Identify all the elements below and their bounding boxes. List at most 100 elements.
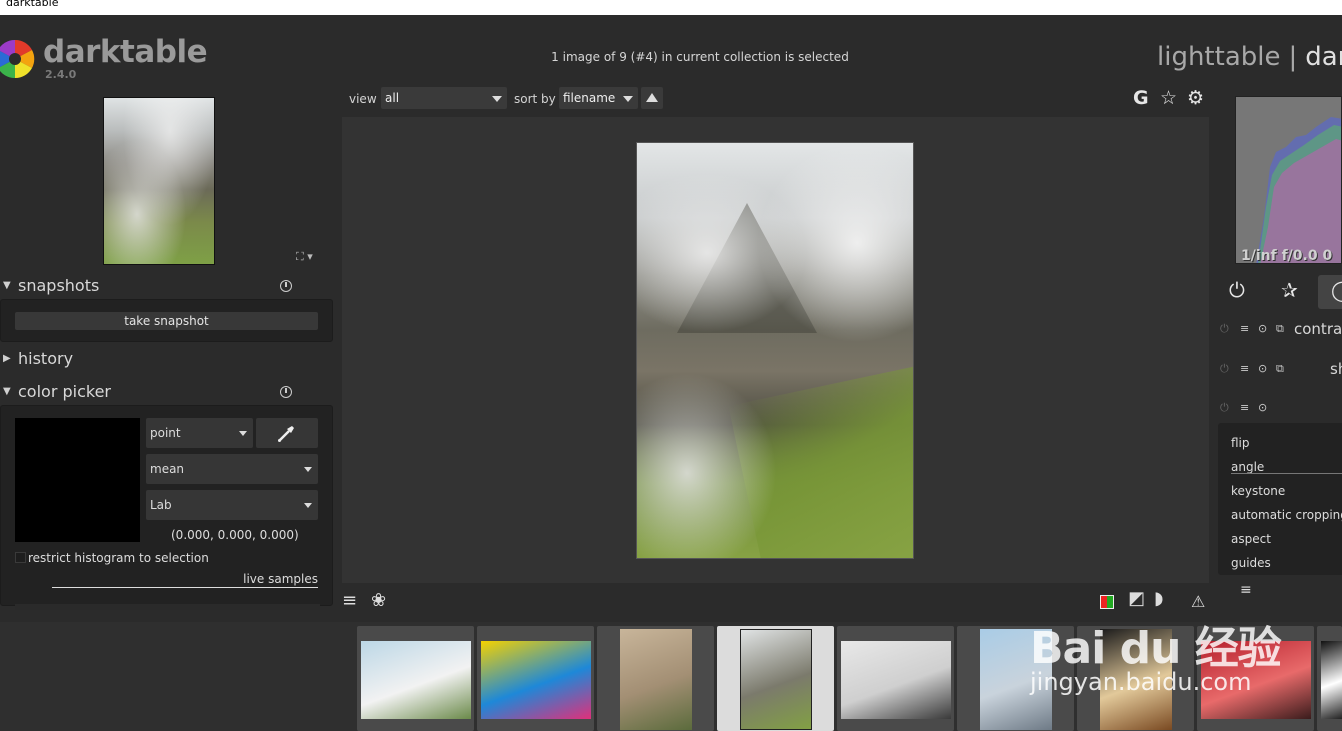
checkbox-box[interactable] bbox=[15, 552, 26, 563]
module-name: contras bbox=[1294, 320, 1342, 338]
sort-by-select[interactable]: filename bbox=[559, 87, 638, 109]
window-title: darktable bbox=[0, 0, 1342, 15]
color-picker-header[interactable]: ▼ color picker bbox=[0, 380, 333, 406]
reset-icon[interactable]: ⊙ bbox=[1258, 322, 1267, 335]
picker-mode-select[interactable]: point bbox=[146, 418, 253, 448]
crop-flip[interactable]: flip bbox=[1231, 436, 1250, 450]
history-title: history bbox=[18, 349, 74, 368]
thumbnail-image bbox=[841, 641, 951, 719]
darktable-logo-icon bbox=[0, 39, 35, 79]
module-shadows[interactable]: ⏻ ≡ ⊙ ⧉ sh bbox=[1214, 360, 1342, 380]
crop-angle[interactable]: angle bbox=[1231, 460, 1264, 474]
reset-icon[interactable]: ⊙ bbox=[1258, 401, 1267, 414]
history-header[interactable]: ▶ history bbox=[0, 347, 333, 373]
exif-info: 1/inf f/0.0 0 bbox=[1241, 248, 1333, 264]
reset-icon[interactable] bbox=[280, 386, 292, 398]
color-picker-toggle[interactable] bbox=[256, 418, 318, 448]
hamburger-icon[interactable]: ≡ bbox=[342, 590, 357, 611]
top-right-tools: G ☆ ⚙ bbox=[1132, 87, 1212, 111]
sort-label: sort by bbox=[514, 92, 556, 106]
color-assessment-icon[interactable] bbox=[1100, 595, 1114, 609]
star-icon[interactable]: ☆ bbox=[1160, 87, 1177, 109]
module-power-icon[interactable]: ⏻ bbox=[1220, 322, 1229, 336]
view-separator: | bbox=[1288, 42, 1298, 72]
module-contrast[interactable]: ⏻ ≡ ⊙ ⧉ contras bbox=[1214, 320, 1342, 340]
right-panel: 1/inf f/0.0 0 ⏻ ✰ ◯ ⏻ ≡ ⊙ ⧉ contras ⏻ ≡ … bbox=[1214, 90, 1342, 606]
multi-instance-icon[interactable]: ⧉ bbox=[1276, 322, 1284, 336]
power-icon[interactable]: ⏻ bbox=[1229, 278, 1245, 302]
filmstrip-thumb[interactable] bbox=[717, 626, 834, 731]
app-name: darktable bbox=[43, 34, 208, 70]
restrict-histogram-checkbox[interactable]: restrict histogram to selection bbox=[15, 551, 209, 565]
filmstrip-thumb[interactable] bbox=[477, 626, 594, 731]
live-samples-label: live samples bbox=[52, 572, 318, 588]
color-space-value: Lab bbox=[150, 498, 172, 512]
thumbnail-image bbox=[1201, 641, 1311, 719]
sort-direction-button[interactable] bbox=[641, 87, 663, 109]
thumbnail-image bbox=[361, 641, 471, 719]
gamut-warning-icon[interactable]: ⚠ bbox=[1191, 592, 1205, 611]
snapshots-header[interactable]: ▼ snapshots bbox=[0, 274, 333, 300]
picker-mode-value: point bbox=[150, 426, 181, 440]
take-snapshot-button[interactable]: take snapshot bbox=[15, 312, 318, 330]
view-label: view bbox=[349, 92, 377, 106]
navigation-zoom-control[interactable]: ⛶ ▾ bbox=[296, 250, 313, 264]
live-samples-controls[interactable] bbox=[15, 604, 320, 610]
filmstrip-thumb[interactable] bbox=[1317, 626, 1342, 731]
star-icon[interactable]: ✰ bbox=[1281, 278, 1298, 302]
filmstrip-thumb[interactable] bbox=[1077, 626, 1194, 731]
chevron-down-icon bbox=[492, 96, 502, 102]
filmstrip-thumb[interactable] bbox=[837, 626, 954, 731]
module-crop[interactable]: ⏻ ≡ ⊙ bbox=[1214, 399, 1342, 419]
filmstrip-thumb[interactable] bbox=[357, 626, 474, 731]
histogram[interactable]: 1/inf f/0.0 0 bbox=[1235, 96, 1342, 264]
thumbnail-image bbox=[1321, 641, 1342, 719]
color-swatch bbox=[15, 418, 140, 542]
color-space-select[interactable]: Lab bbox=[146, 490, 318, 520]
presets-icon[interactable]: ≡ bbox=[1240, 322, 1249, 335]
view-filter-select[interactable]: all bbox=[381, 87, 507, 109]
crop-aspect[interactable]: aspect bbox=[1231, 532, 1271, 546]
statistic-value: mean bbox=[150, 462, 185, 476]
statistic-select[interactable]: mean bbox=[146, 454, 318, 484]
color-picker-title: color picker bbox=[18, 382, 111, 401]
softproof-icon[interactable]: ◗ bbox=[1154, 588, 1163, 609]
styles-icon[interactable]: ❀ bbox=[371, 590, 386, 611]
multi-instance-icon[interactable]: ⧉ bbox=[1276, 362, 1284, 376]
navigation-thumbnail[interactable] bbox=[103, 97, 215, 265]
view-lighttable[interactable]: lighttable bbox=[1157, 42, 1280, 72]
module-power-icon[interactable]: ⏻ bbox=[1220, 401, 1229, 415]
reset-icon[interactable]: ⊙ bbox=[1258, 362, 1267, 375]
filmstrip-thumb[interactable] bbox=[597, 626, 714, 731]
angle-slider[interactable] bbox=[1231, 473, 1342, 474]
picked-color-values: (0.000, 0.000, 0.000) bbox=[171, 528, 299, 542]
filmstrip-thumb[interactable] bbox=[1197, 626, 1314, 731]
view-darkroom[interactable]: dark bbox=[1305, 42, 1342, 72]
chevron-down-icon bbox=[304, 503, 312, 508]
crop-keystone[interactable]: keystone bbox=[1231, 484, 1285, 498]
reset-icon[interactable] bbox=[280, 280, 292, 292]
module-groups: ⏻ ✰ ◯ bbox=[1214, 275, 1342, 309]
left-panel: ⛶ ▾ ▼ snapshots take snapshot ▶ history … bbox=[0, 90, 336, 610]
crop-automatic-cropping[interactable]: automatic cropping bbox=[1231, 508, 1342, 522]
eyedropper-icon bbox=[278, 426, 294, 442]
expand-right-icon: ▶ bbox=[3, 353, 11, 364]
presets-icon[interactable]: ≡ bbox=[1240, 362, 1249, 375]
circle-icon[interactable]: ◯ bbox=[1331, 278, 1342, 302]
gear-icon[interactable]: ⚙ bbox=[1187, 87, 1204, 109]
bottom-toolbar: ≡ ❀ ◩ ◗ ⚠ bbox=[340, 588, 1220, 616]
crop-guides[interactable]: guides bbox=[1231, 556, 1271, 570]
snapshots-panel: take snapshot bbox=[0, 299, 333, 342]
module-name: sh bbox=[1330, 360, 1342, 378]
raw-overexposed-icon[interactable]: ◩ bbox=[1128, 588, 1145, 609]
expand-down-icon: ▼ bbox=[3, 280, 11, 291]
main-image[interactable] bbox=[636, 142, 914, 559]
module-power-icon[interactable]: ⏻ bbox=[1220, 362, 1229, 376]
view-filter-value: all bbox=[385, 91, 400, 105]
more-modules-icon[interactable]: ≡ bbox=[1240, 582, 1252, 598]
filmstrip-thumb[interactable] bbox=[957, 626, 1074, 731]
grouping-icon[interactable]: G bbox=[1133, 87, 1149, 109]
app-version: 2.4.0 bbox=[45, 68, 77, 81]
presets-icon[interactable]: ≡ bbox=[1240, 401, 1249, 414]
chevron-down-icon bbox=[239, 431, 247, 436]
